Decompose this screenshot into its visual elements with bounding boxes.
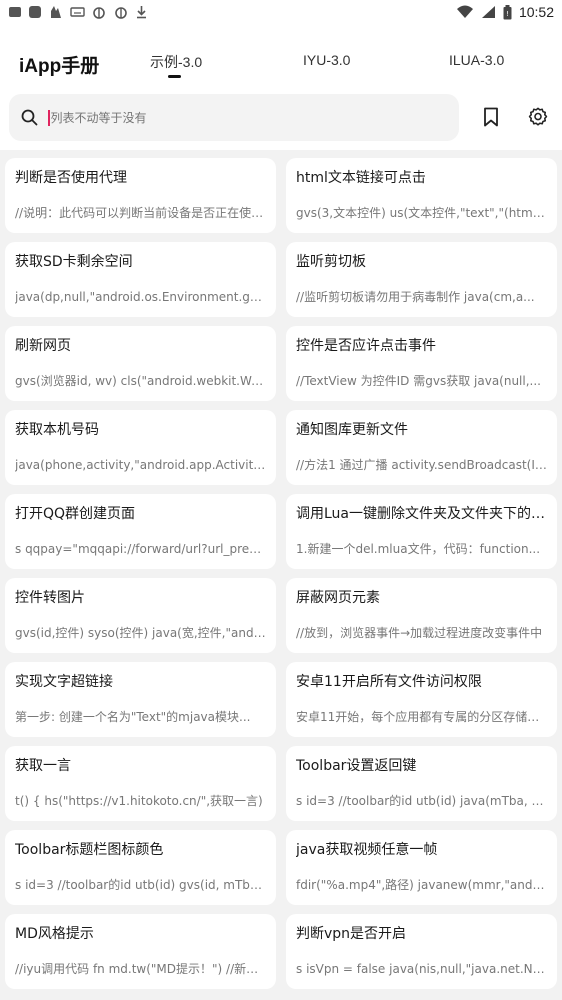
snippet-card[interactable]: 调用Lua一键删除文件夹及文件夹下的文件 1.新建一个del.mlua文件，代码：…: [286, 494, 557, 569]
snippet-preview: //iyu调用代码 fn md.tw("MD提示！") //新的提示: [15, 962, 267, 976]
tab-iyu[interactable]: IYU-3.0: [303, 52, 350, 68]
snippet-preview: gvs(浏览器id, wv) cls("android.webkit.WebVi…: [15, 374, 267, 388]
snippet-title: java获取视频任意一帧: [296, 842, 438, 858]
wifi-icon: [456, 5, 473, 18]
search-bar[interactable]: [9, 94, 459, 141]
tab-ilua[interactable]: ILUA-3.0: [449, 52, 504, 68]
snippet-preview: 安卓11开始，每个应用都有专属的分区存储空间: [296, 710, 548, 724]
search-icon: [21, 109, 38, 126]
snippet-preview: fdir("%a.mp4",路径) javanew(mmr,"android..…: [296, 878, 548, 892]
snippet-title: Toolbar设置返回键: [296, 758, 417, 774]
snippet-preview: 1.新建一个del.mlua文件，代码：function...: [296, 542, 541, 556]
app-icon: [9, 7, 21, 17]
snippet-preview: gvs(id,控件) syso(控件) java(宽,控件,"android..…: [15, 626, 267, 640]
snippet-preview: t() { hs("https://v1.hitokoto.cn/",获取一言): [15, 794, 263, 808]
app-header: iApp手册 示例-3.0 IYU-3.0 ILUA-3.0: [0, 24, 562, 150]
snippet-title: 控件是否应许点击事件: [296, 338, 436, 354]
snippet-card[interactable]: 打开QQ群创建页面 s qqpay="mqqapi://forward/url?u…: [5, 494, 276, 569]
snippet-card[interactable]: 实现文字超链接第一步: 创建一个名为"Text"的mjava模块...: [5, 662, 276, 737]
snippet-card[interactable]: 刷新网页 gvs(浏览器id, wv) cls("android.webkit.W…: [5, 326, 276, 401]
snippet-title: 判断是否使用代理: [15, 170, 127, 186]
snippet-card[interactable]: Toolbar设置返回键 s id=3 //toolbar的id utb(id) …: [286, 746, 557, 821]
snippet-title: MD风格提示: [15, 926, 94, 942]
snippet-card[interactable]: 获取一言 t() { hs("https://v1.hitokoto.cn/",获…: [5, 746, 276, 821]
snippet-preview: gvs(3,文本控件) us(文本控件,"text","(html)...: [296, 206, 548, 220]
status-right-icons: ! 10:52: [456, 4, 554, 20]
snippet-preview: //说明：此代码可以判断当前设备是否正在使用代理: [15, 206, 267, 220]
snippet-card[interactable]: 监听剪切板 //监听剪切板请勿用于病毒制作 java(cm,a...: [286, 242, 557, 317]
app-icon: [29, 6, 41, 18]
snippet-title: 刷新网页: [15, 338, 71, 354]
snippet-title: 监听剪切板: [296, 254, 366, 270]
bug-icon: [115, 7, 127, 19]
snippet-card[interactable]: Toolbar标题栏图标颜色 s id=3 //toolbar的id utb(id…: [5, 830, 276, 905]
svg-text:!: !: [506, 10, 509, 18]
snippet-title: html文本链接可点击: [296, 170, 426, 186]
snippet-title: 屏蔽网页元素: [296, 590, 380, 606]
snippet-card[interactable]: 控件是否应许点击事件 //TextView 为控件ID 需gvs获取 java(n…: [286, 326, 557, 401]
snippet-card[interactable]: java获取视频任意一帧 fdir("%a.mp4",路径) javanew(mm…: [286, 830, 557, 905]
snippet-preview: 第一步: 创建一个名为"Text"的mjava模块...: [15, 710, 251, 724]
snippet-title: 调用Lua一键删除文件夹及文件夹下的文件: [296, 506, 548, 522]
snippet-title: 安卓11开启所有文件访问权限: [296, 674, 482, 690]
text-cursor: [48, 109, 50, 126]
snippet-card[interactable]: 判断是否使用代理 //说明：此代码可以判断当前设备是否正在使用代理: [5, 158, 276, 233]
snippet-card[interactable]: 屏蔽网页元素 //放到，浏览器事件→加载过程进度改变事件中: [286, 578, 557, 653]
snippet-title: 获取本机号码: [15, 422, 99, 438]
snippet-card[interactable]: 判断vpn是否开启 s isVpn = false java(nis,null,"…: [286, 914, 557, 989]
gear-icon: [528, 107, 548, 126]
snippet-title: 通知图库更新文件: [296, 422, 408, 438]
snippet-title: 获取一言: [15, 758, 71, 774]
snippet-preview: //TextView 为控件ID 需gvs获取 java(null,...: [296, 374, 541, 388]
snippet-title: 控件转图片: [15, 590, 85, 606]
snippet-preview: s id=3 //toolbar的id utb(id) gvs(id, mTba…: [15, 878, 267, 892]
snippet-title: 判断vpn是否开启: [296, 926, 407, 942]
bookmark-button[interactable]: [480, 106, 502, 128]
signal-icon: [481, 6, 495, 18]
fire-icon: [51, 6, 61, 18]
active-tab-indicator: [168, 75, 181, 78]
snippet-card[interactable]: 控件转图片 gvs(id,控件) syso(控件) java(宽,控件,"andr…: [5, 578, 276, 653]
snippet-grid: 判断是否使用代理 //说明：此代码可以判断当前设备是否正在使用代理 html文本链接…: [5, 158, 557, 989]
tab-example[interactable]: 示例-3.0: [150, 52, 202, 72]
snippet-preview: s qqpay="mqqapi://forward/url?url_prefix…: [15, 542, 267, 556]
search-input[interactable]: [50, 110, 411, 125]
snippet-title: Toolbar标题栏图标颜色: [15, 842, 164, 858]
snippet-preview: s isVpn = false java(nis,null,"java.net.…: [296, 962, 548, 976]
snippet-title: 实现文字超链接: [15, 674, 113, 690]
snippet-preview: //监听剪切板请勿用于病毒制作 java(cm,a...: [296, 290, 535, 304]
snippet-preview: s id=3 //toolbar的id utb(id) java(mTba, a…: [296, 794, 548, 808]
battery-icon: !: [503, 4, 512, 19]
app-title: iApp手册: [19, 56, 100, 77]
keyboard-icon: [70, 7, 85, 17]
snippet-preview: //放到，浏览器事件→加载过程进度改变事件中: [296, 626, 543, 640]
snippet-card[interactable]: MD风格提示 //iyu调用代码 fn md.tw("MD提示！") //新的提示: [5, 914, 276, 989]
snippet-card[interactable]: 获取本机号码 java(phone,activity,"android.app.A…: [5, 410, 276, 485]
snippet-preview: java(dp,null,"android.os.Environment.get…: [15, 290, 267, 304]
snippet-preview: //方法1 通过广播 activity.sendBroadcast(Intent…: [296, 458, 548, 472]
download-icon: [137, 6, 146, 19]
bug-icon: [93, 7, 105, 19]
snippet-title: 打开QQ群创建页面: [15, 506, 136, 522]
status-left-icons: [8, 5, 148, 19]
snippet-card[interactable]: html文本链接可点击 gvs(3,文本控件) us(文本控件,"text","(…: [286, 158, 557, 233]
snippet-card[interactable]: 安卓11开启所有文件访问权限安卓11开始，每个应用都有专属的分区存储空间: [286, 662, 557, 737]
snippet-preview: java(phone,activity,"android.app.Activit…: [15, 458, 267, 472]
clock: 10:52: [518, 4, 554, 20]
snippet-title: 获取SD卡剩余空间: [15, 254, 133, 270]
settings-button[interactable]: [527, 106, 549, 128]
status-bar: ! 10:52: [0, 0, 562, 24]
snippet-card[interactable]: 获取SD卡剩余空间 java(dp,null,"android.os.Enviro…: [5, 242, 276, 317]
bookmark-icon: [484, 107, 498, 127]
snippet-card[interactable]: 通知图库更新文件 //方法1 通过广播 activity.sendBroadcas…: [286, 410, 557, 485]
